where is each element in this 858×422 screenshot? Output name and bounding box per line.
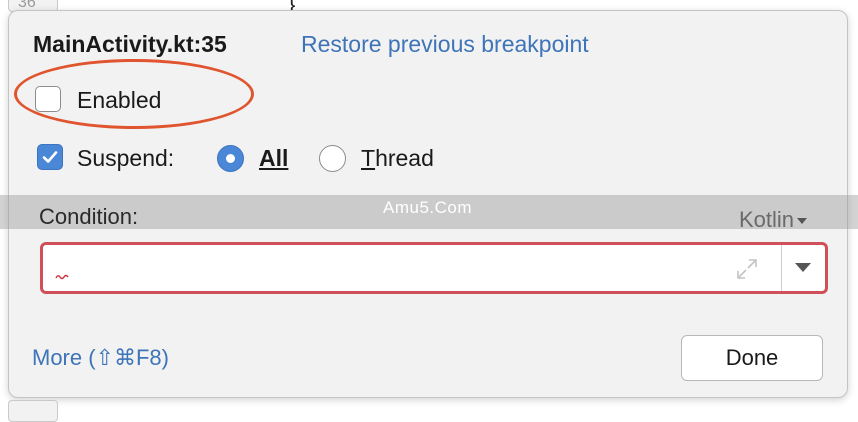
done-button[interactable]: Done xyxy=(681,335,823,381)
breakpoint-popup: MainActivity.kt:35 Restore previous brea… xyxy=(0,10,858,398)
more-options-link[interactable]: More (⇧⌘F8) xyxy=(32,345,169,371)
suspend-all-label[interactable]: All xyxy=(259,145,288,172)
condition-input[interactable] xyxy=(40,242,828,294)
breakpoint-location-title: MainActivity.kt:35 xyxy=(33,31,227,57)
enabled-checkbox[interactable] xyxy=(35,86,61,112)
thread-label-rest: hread xyxy=(375,145,434,171)
error-squiggle-icon xyxy=(55,274,69,280)
gutter-tab-bottom xyxy=(8,400,58,422)
condition-label: Condition: xyxy=(39,204,139,229)
suspend-checkbox[interactable] xyxy=(37,144,63,170)
thread-mnemonic: T xyxy=(361,145,376,171)
checkmark-icon xyxy=(42,151,58,163)
condition-language-value: Kotlin xyxy=(739,207,795,232)
condition-language-select[interactable]: Kotlin xyxy=(739,207,808,233)
enabled-label[interactable]: Enabled xyxy=(77,87,161,114)
chevron-down-icon xyxy=(797,218,808,225)
watermark-text: Amu5.Com xyxy=(383,198,473,217)
suspend-thread-label[interactable]: Thread xyxy=(361,145,434,172)
suspend-thread-radio[interactable] xyxy=(319,145,346,172)
suspend-all-radio[interactable] xyxy=(217,145,244,172)
restore-breakpoint-link[interactable]: Restore previous breakpoint xyxy=(301,31,589,58)
suspend-label: Suspend: xyxy=(77,145,175,171)
expand-editor-icon[interactable] xyxy=(735,257,759,281)
condition-history-dropdown[interactable] xyxy=(782,245,825,291)
